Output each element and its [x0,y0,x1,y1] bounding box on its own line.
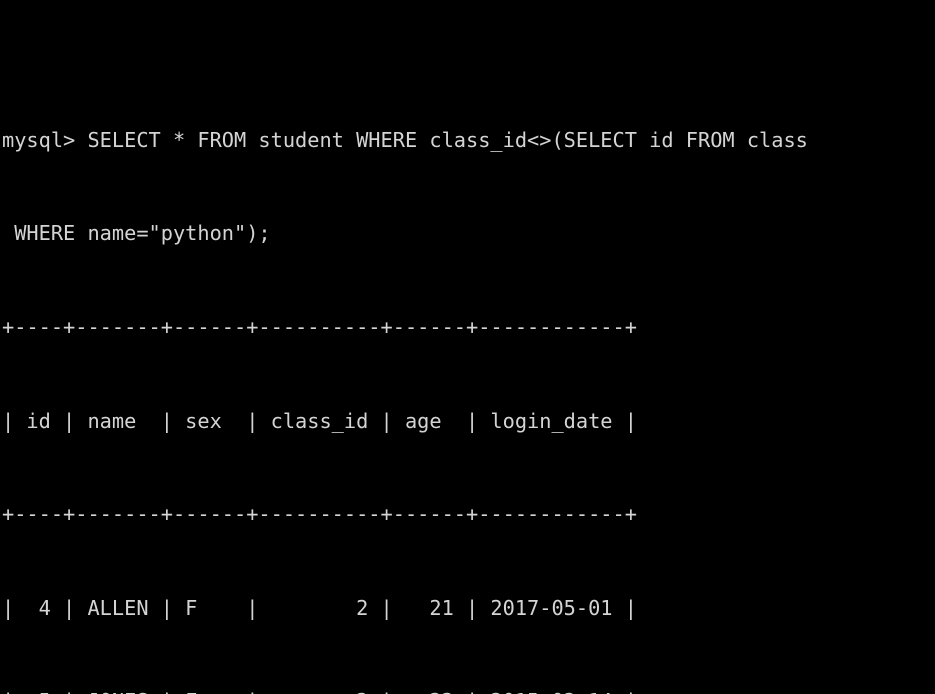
table-top-separator: +----+-------+------+----------+------+-… [2,315,637,339]
table-row: | 4 | ALLEN | F | 2 | 21 | 2017-05-01 | [2,595,637,620]
command-line-continued: WHERE name="python"); [2,221,271,246]
command-line: mysql> SELECT * FROM student WHERE class… [2,127,808,152]
table-header-row: | id | name | sex | class_id | age | log… [2,408,637,433]
table-row: | 5 | JONES | F | 2 | 23 | 2015-02-14 | [0,686,935,694]
table-header-separator: +----+-------+------+----------+------+-… [2,502,637,527]
terminal-screen[interactable]: mysql> SELECT * FROM student WHERE class… [0,0,935,694]
